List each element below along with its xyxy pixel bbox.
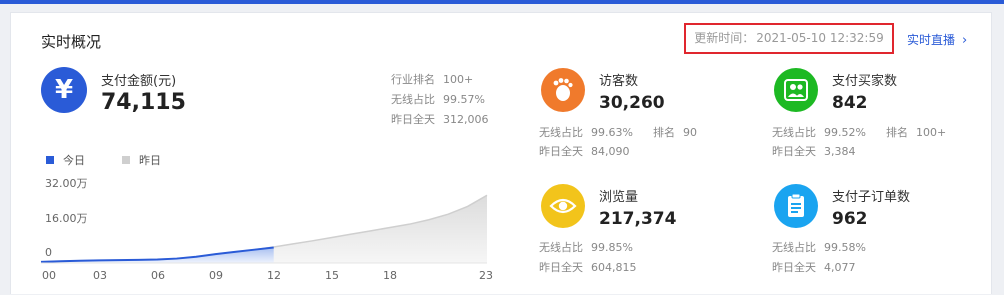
update-time-value: 2021-05-10 12:32:59 — [756, 31, 884, 45]
suborders-label: 支付子订单数 — [832, 190, 911, 205]
pageviews-value: 217,374 — [599, 209, 677, 229]
users-icon — [774, 68, 818, 112]
x-tick-12: 12 — [267, 269, 281, 282]
x-tick-18: 18 — [383, 269, 397, 282]
x-tick-23: 23 — [479, 269, 493, 282]
visitors-rank: 排名 90 — [653, 126, 697, 139]
buyers-label: 支付买家数 — [832, 74, 898, 89]
x-tick-03: 03 — [93, 269, 107, 282]
pageviews-label: 浏览量 — [599, 190, 639, 205]
suborders-value: 962 — [832, 209, 868, 229]
buyers-wireless: 无线占比 99.52% — [772, 126, 866, 139]
buyers-value: 842 — [832, 93, 868, 113]
x-tick-15: 15 — [325, 269, 339, 282]
x-tick-06: 06 — [151, 269, 165, 282]
visitors-label: 访客数 — [599, 74, 639, 89]
top-accent-bar — [0, 0, 1004, 4]
visitors-wireless: 无线占比 99.63% — [539, 126, 633, 139]
live-stream-link[interactable]: 实时直播 › — [907, 31, 967, 48]
pageviews-yesterday: 昨日全天 604,815 — [539, 261, 637, 274]
x-tick-09: 09 — [209, 269, 223, 282]
eye-icon — [541, 184, 585, 228]
update-time-label: 更新时间： — [694, 31, 755, 45]
visitors-yesterday: 昨日全天 84,090 — [539, 145, 630, 158]
pageviews-wireless: 无线占比 99.85% — [539, 241, 633, 254]
suborders-yesterday: 昨日全天 4,077 — [772, 261, 856, 274]
x-tick-00: 00 — [42, 269, 56, 282]
buyers-yesterday: 昨日全天 3,384 — [772, 145, 856, 158]
clipboard-icon — [774, 184, 818, 228]
payment-trend-chart — [40, 194, 488, 264]
visitors-value: 30,260 — [599, 93, 665, 113]
update-time-box: 更新时间： 2021-05-10 12:32:59 — [684, 23, 894, 54]
footprint-icon — [541, 68, 585, 112]
suborders-wireless: 无线占比 99.58% — [772, 241, 866, 254]
chevron-right-icon: › — [962, 33, 968, 48]
buyers-rank: 排名 100+ — [886, 126, 947, 139]
realtime-overview-panel: 实时概况 更新时间： 2021-05-10 12:32:59 实时直播 › ¥ 支付… — [10, 12, 992, 294]
live-stream-label: 实时直播 — [907, 33, 956, 47]
